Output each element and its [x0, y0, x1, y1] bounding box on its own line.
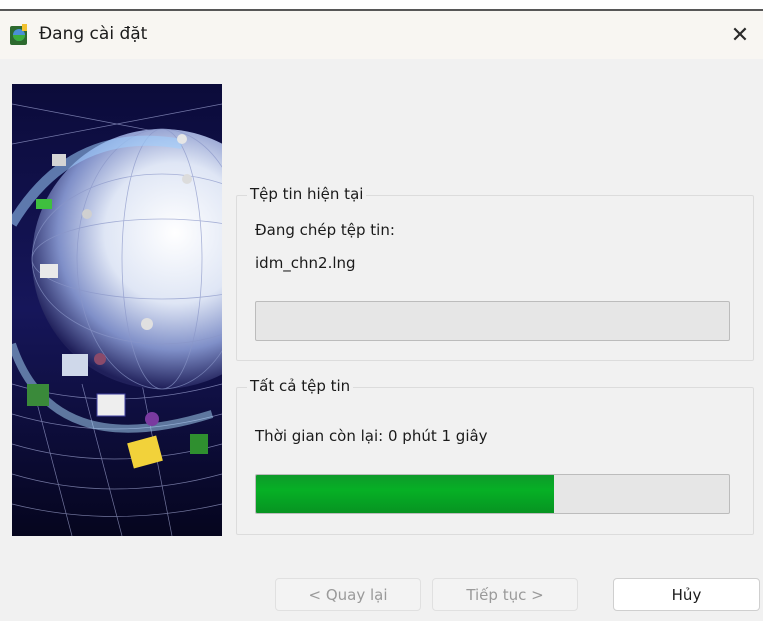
window-title: Đang cài đặt: [39, 24, 148, 44]
copying-status-label: Đang chép tệp tin:: [255, 221, 395, 239]
title-bar: Đang cài đặt ✕: [0, 11, 763, 59]
all-files-progress-fill: [256, 475, 554, 513]
top-edge: [0, 0, 763, 11]
current-file-legend: Tệp tin hiện tại: [247, 185, 367, 203]
cancel-button[interactable]: Hủy: [613, 578, 760, 611]
time-remaining-label: Thời gian còn lại: 0 phút 1 giây: [255, 427, 488, 445]
close-button[interactable]: ✕: [717, 11, 763, 59]
back-button[interactable]: < Quay lại: [275, 578, 421, 611]
all-files-progress-bar: [255, 474, 730, 514]
close-icon: ✕: [730, 22, 750, 48]
installer-icon: [10, 24, 27, 45]
globe-illustration: [12, 84, 222, 536]
next-button[interactable]: Tiếp tục >: [432, 578, 578, 611]
current-file-progress-bar: [255, 301, 730, 341]
installer-banner-image: [12, 84, 222, 536]
current-file-name: idm_chn2.lng: [255, 254, 356, 272]
all-files-legend: Tất cả tệp tin: [247, 377, 354, 395]
